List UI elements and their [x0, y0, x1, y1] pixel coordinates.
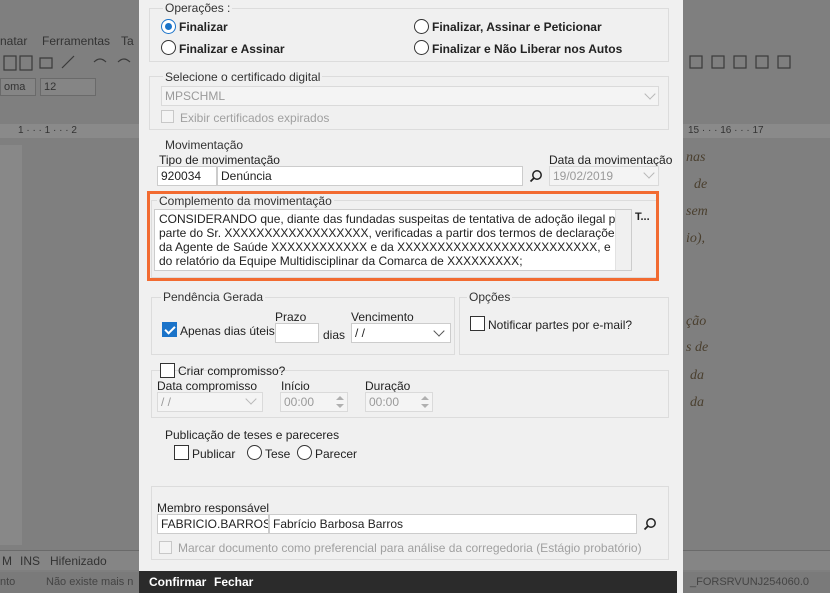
bg-menu-item: Ta — [121, 34, 134, 48]
opcoes-title: Opções — [467, 290, 513, 304]
label-apenas-dias-uteis: Apenas dias úteis? — [180, 324, 282, 338]
checkbox-expirados[interactable] — [161, 110, 174, 123]
certificado-title: Selecione o certificado digital — [163, 70, 323, 84]
dialog-footer: Confirmar Fechar — [139, 571, 677, 593]
label-parecer: Parecer — [315, 447, 358, 461]
label-notificar: Notificar partes por e-mail? — [488, 318, 633, 332]
bg-doc-line: da — [690, 368, 704, 383]
data-movimentacao-input[interactable]: 19/02/2019 — [549, 166, 659, 186]
dias-label: dias — [323, 328, 346, 342]
bg-doc-line: da — [690, 395, 704, 410]
data-compromisso-input[interactable]: / / — [157, 392, 263, 412]
radio-finalizar-assinar-peticionar[interactable] — [414, 19, 429, 34]
label-preferencial: Marcar documento como preferencial para … — [178, 541, 642, 555]
ruler-right: 15 · · · 16 · · · 17 — [688, 125, 764, 136]
prazo-input[interactable] — [275, 323, 319, 343]
tipo-desc-input[interactable]: Denúncia — [217, 166, 523, 186]
label-publicar: Publicar — [192, 447, 236, 461]
label-tese: Tese — [265, 447, 291, 461]
duracao-label: Duração — [365, 379, 411, 393]
bg-doc-line: s de — [686, 340, 709, 355]
pendencia-title: Pendência Gerada — [161, 290, 266, 304]
spin-up-icon[interactable] — [421, 396, 429, 400]
spin-down-icon[interactable] — [336, 404, 344, 408]
label-expirados: Exibir certificados expirados — [180, 111, 330, 125]
spin-up-icon[interactable] — [336, 396, 344, 400]
inicio-label: Início — [281, 379, 310, 393]
bg-menu-item: Ferramentas — [42, 34, 111, 48]
checkbox-apenas-dias-uteis[interactable] — [162, 322, 177, 337]
bg-bottom-mid: Não existe mais n — [46, 576, 134, 588]
publicacao-title: Publicação de teses e pareceres — [165, 428, 340, 442]
checkbox-criar-compromisso[interactable] — [160, 363, 175, 378]
prazo-label: Prazo — [275, 310, 307, 324]
radio-finalizar-nao-liberar[interactable] — [414, 40, 429, 55]
membro-title: Membro responsável — [157, 501, 270, 515]
data-movimentacao-label: Data da movimentação — [549, 153, 673, 167]
membro-nome-input[interactable]: Fabrício Barbosa Barros — [269, 514, 637, 534]
movimentacao-title: Movimentação — [163, 138, 246, 152]
status-item: M — [2, 554, 12, 568]
spin-down-icon[interactable] — [421, 404, 429, 408]
bg-bottom-right: _FORSRVUNJ254060.0 — [690, 576, 810, 588]
inicio-input[interactable]: 00:00 — [280, 392, 348, 412]
bg-font-name: oma — [0, 78, 36, 96]
radio-parecer[interactable] — [297, 445, 312, 460]
membro-login-input[interactable]: FABRICIO.BARROS — [157, 514, 269, 534]
bg-doc-line: de — [694, 177, 708, 192]
label-finalizar[interactable]: Finalizar — [179, 20, 228, 34]
background-sheet-edge — [0, 145, 22, 545]
data-compromisso-label: Data compromisso — [157, 379, 258, 393]
label-finalizar-nao-liberar[interactable]: Finalizar e Não Liberar nos Autos — [432, 42, 622, 56]
checkbox-publicar[interactable] — [174, 445, 189, 460]
search-icon[interactable] — [643, 517, 657, 531]
label-finalizar-assinar[interactable]: Finalizar e Assinar — [179, 42, 285, 56]
bg-font-size: 12 — [40, 78, 96, 96]
tipo-code-input[interactable]: 920034 — [157, 166, 217, 186]
bg-menu-item: natar — [0, 34, 28, 48]
bg-doc-line: io), — [686, 231, 706, 246]
certificado-select[interactable]: MPSCHML — [161, 86, 659, 106]
complemento-highlight-frame — [147, 191, 659, 281]
finalizar-dialog: Operações : Finalizar Finalizar e Assina… — [139, 0, 683, 593]
fechar-button[interactable]: Fechar — [214, 575, 253, 589]
bg-doc-line: sem — [686, 204, 708, 219]
vencimento-label: Vencimento — [351, 310, 414, 324]
tipo-movimentacao-label: Tipo de movimentação — [159, 153, 280, 167]
ruler-left: 1 · · · 1 · · · 2 — [18, 125, 77, 136]
label-finalizar-assinar-peticionar[interactable]: Finalizar, Assinar e Peticionar — [432, 20, 602, 34]
checkbox-preferencial[interactable] — [159, 541, 172, 554]
label-criar-compromisso: Criar compromisso? — [178, 364, 286, 378]
search-icon[interactable] — [529, 169, 543, 183]
bg-bottom-left: nto — [0, 576, 16, 588]
radio-tese[interactable] — [247, 445, 262, 460]
checkbox-notificar[interactable] — [470, 316, 485, 331]
bg-doc-line: nas — [686, 150, 706, 165]
confirmar-button[interactable]: Confirmar — [149, 575, 206, 589]
operacoes-title: Operações : — [163, 1, 233, 15]
radio-finalizar[interactable] — [161, 19, 176, 34]
radio-finalizar-assinar[interactable] — [161, 40, 176, 55]
status-item: INS — [20, 554, 41, 568]
duracao-input[interactable]: 00:00 — [365, 392, 433, 412]
bg-doc-line: ção — [686, 314, 707, 329]
status-item: Hifenizado — [50, 554, 107, 568]
